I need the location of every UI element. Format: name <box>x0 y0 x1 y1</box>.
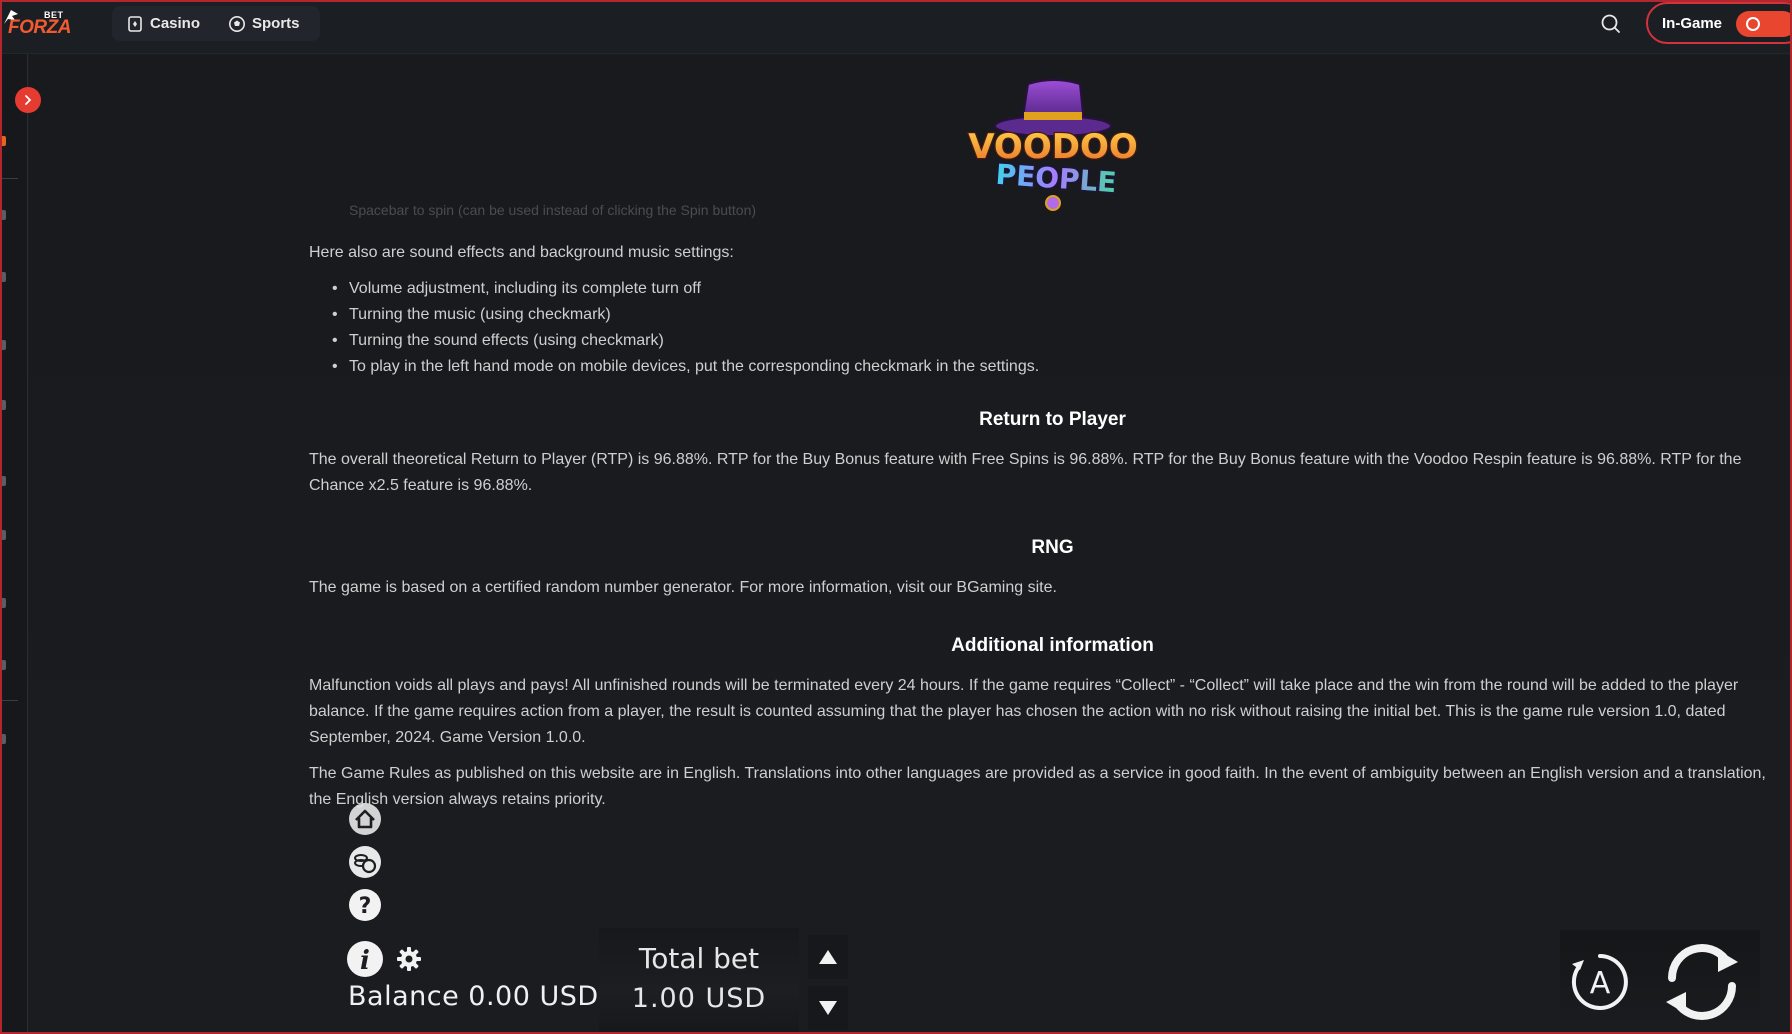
gear-icon[interactable] <box>394 944 424 974</box>
additional-info-heading: Additional information <box>951 635 1154 656</box>
sidebar-item-icon[interactable] <box>0 340 6 350</box>
game-rules: Here also are sound effects and backgrou… <box>309 200 1789 813</box>
sidebar-expand-button[interactable] <box>15 87 41 113</box>
rng-text: The game is based on a certified random … <box>309 579 1057 596</box>
nav-casino-label: Casino <box>150 15 201 32</box>
soccer-ball-icon <box>229 15 246 32</box>
casino-icon <box>128 15 142 32</box>
main-nav: Casino Sports <box>112 6 320 41</box>
svg-text:i: i <box>360 946 370 976</box>
svg-text:?: ? <box>359 894 372 919</box>
total-bet-panel: Total bet 1.00 USD <box>599 928 799 1032</box>
bet-decrease-button[interactable] <box>808 986 848 1030</box>
arrow-down-icon <box>819 1001 837 1015</box>
nav-sports-label: Sports <box>252 15 300 32</box>
coins-icon[interactable] <box>348 845 382 879</box>
toggle-switch[interactable] <box>1736 11 1792 37</box>
language-text: The Game Rules as published on this webs… <box>309 765 1766 808</box>
sidebar-item-icon[interactable] <box>0 210 6 220</box>
sidebar-item-icon[interactable] <box>0 598 6 608</box>
total-bet-label: Total bet <box>638 942 760 975</box>
sidebar-item-icon[interactable] <box>0 272 6 282</box>
betforza-logo[interactable]: BET FORZA <box>2 6 71 40</box>
info-icon[interactable]: i <box>346 940 384 978</box>
sidebar-item-icon[interactable] <box>0 400 6 410</box>
spin-icon[interactable] <box>1656 938 1748 1026</box>
top-bar: BET FORZA Casino Sports In-Game <box>0 0 1792 54</box>
rtp-text: The overall theoretical Return to Player… <box>309 451 1742 494</box>
list-item: Volume adjustment, including its complet… <box>309 276 1789 302</box>
nav-casino[interactable]: Casino <box>112 6 214 41</box>
sound-settings-list: Volume adjustment, including its complet… <box>309 276 1789 380</box>
voodoo-people-logo: VOODOO PEOPLE <box>967 79 1139 211</box>
in-game-toggle[interactable]: In-Game <box>1646 2 1792 44</box>
nav-sports[interactable]: Sports <box>214 6 314 41</box>
arrow-up-icon <box>819 950 837 964</box>
logo-line-people: PEOPLE <box>995 158 1118 199</box>
chevron-right-icon <box>25 95 32 105</box>
autoplay-label: A <box>1590 966 1611 1001</box>
rng-heading: RNG <box>1031 537 1074 558</box>
balance-display: Balance 0.00 USD <box>348 981 599 1012</box>
in-game-label: In-Game <box>1662 14 1723 32</box>
left-sidebar <box>0 54 28 1034</box>
list-item: Turning the sound effects (using checkma… <box>309 328 1789 354</box>
bet-increase-button[interactable] <box>808 935 848 979</box>
toggle-knob <box>1746 17 1760 31</box>
sidebar-item-icon[interactable] <box>0 734 6 744</box>
sidebar-item-icon[interactable] <box>0 530 6 540</box>
sidebar-item-icon[interactable] <box>0 660 6 670</box>
sidebar-fire-icon[interactable] <box>0 136 6 146</box>
list-item: To play in the left hand mode on mobile … <box>309 354 1789 380</box>
home-icon[interactable] <box>348 802 382 836</box>
sidebar-item-icon[interactable] <box>0 476 6 486</box>
sound-intro: Here also are sound effects and backgrou… <box>309 244 734 261</box>
rtp-heading: Return to Player <box>979 409 1126 430</box>
list-item: Turning the music (using checkmark) <box>309 302 1789 328</box>
help-icon[interactable]: ? <box>348 888 382 922</box>
additional-info-text: Malfunction voids all plays and pays! Al… <box>309 677 1739 746</box>
total-bet-value: 1.00 USD <box>631 983 767 1014</box>
sidebar-divider <box>0 700 18 701</box>
autoplay-icon[interactable]: A <box>1568 950 1632 1014</box>
search-icon[interactable] <box>1597 10 1625 38</box>
sidebar-divider <box>0 178 18 179</box>
logo-main-text: FORZA <box>8 17 71 38</box>
